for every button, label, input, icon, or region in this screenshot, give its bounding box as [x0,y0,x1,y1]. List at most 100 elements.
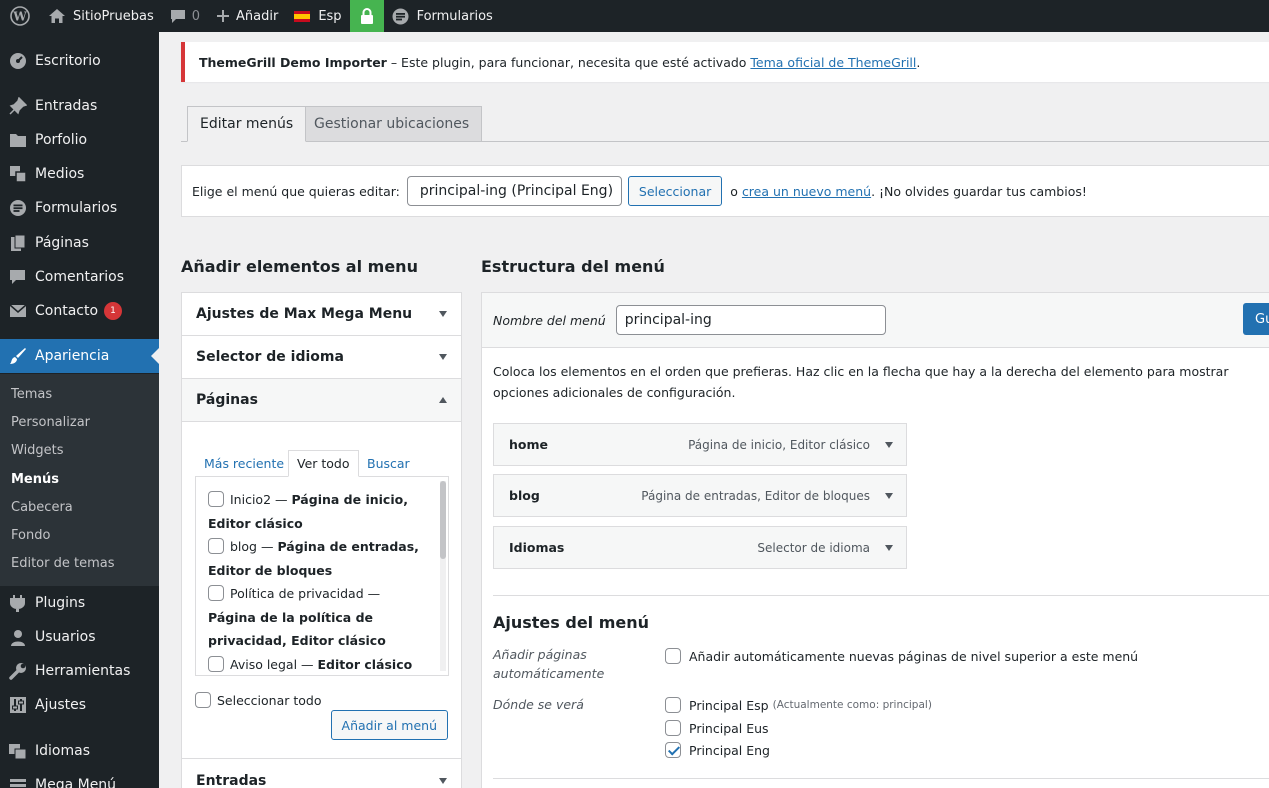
brush-icon [0,347,35,365]
sidebar-item-contacto[interactable]: Contacto 1 [0,294,159,328]
page-checkbox[interactable] [208,491,224,507]
page-checkbox[interactable] [208,538,224,554]
caret-down-icon[interactable] [885,544,893,551]
section-selector-idioma[interactable]: Selector de idioma [182,336,461,379]
forms-icon [392,8,409,24]
location-checkbox-checked[interactable] [665,742,681,758]
site-name-link[interactable]: SitioPruebas [40,0,162,32]
tab-mas-reciente[interactable]: Más reciente [204,450,284,477]
sidebar-item-medios[interactable]: Medios [0,157,159,191]
select-menu-button[interactable]: Seleccionar [627,176,723,206]
language-switcher[interactable]: Esp [286,0,349,32]
sidebar-item-label: Medios [35,166,85,182]
wordpress-logo-icon[interactable]: W [0,0,40,32]
dashboard-icon [0,52,35,70]
submenu-item-fondo[interactable]: Fondo [11,528,50,543]
forms-link[interactable]: Formularios [384,0,501,32]
caret-down-icon[interactable] [885,492,893,499]
caret-down-icon[interactable] [885,441,893,448]
page-name: Inicio2 — [230,492,292,507]
section-paginas[interactable]: Páginas [182,379,461,422]
page-desc: Página de la política de privacidad, Edi… [208,609,386,649]
select-all[interactable]: Seleccionar todo [195,692,321,708]
auto-add-checkbox[interactable] [665,648,681,664]
comment-icon [170,9,185,23]
pages-scrollbar[interactable] [440,481,446,671]
users-icon [0,629,35,646]
caret-up-icon [439,397,447,403]
sidebar-item-usuarios[interactable]: Usuarios [0,620,159,654]
settings-icon [0,696,35,714]
save-menu-button[interactable]: Gu [1243,303,1269,335]
location-checkbox[interactable] [665,720,681,736]
display-location-label: Dónde se verá [493,697,584,712]
sidebar-item-apariencia[interactable]: Apariencia [0,339,159,373]
menu-name-input[interactable]: principal-ing [615,305,886,335]
location-label: Principal Eng [689,742,770,758]
location-checkbox[interactable] [665,697,681,713]
sidebar-item-entradas[interactable]: Entradas [0,89,159,123]
list-item: Política de privacidad — Página de la po… [208,582,422,653]
sidebar-item-label: Páginas [35,235,89,251]
menu-item-meta: Selector de idioma [757,540,870,555]
sidebar-item-label: Idiomas [35,743,90,759]
page-checkbox[interactable] [208,585,224,601]
sidebar-item-ajustes[interactable]: Ajustes [0,688,159,722]
submenu-item-cabecera[interactable]: Cabecera [11,500,73,515]
notice-theme-link[interactable]: Tema oficial de ThemeGrill [750,55,916,70]
sidebar-item-herramientas[interactable]: Herramientas [0,654,159,688]
menu-item[interactable]: blog Página de entradas, Editor de bloqu… [493,474,907,517]
page-checkbox[interactable] [208,656,224,672]
tab-buscar[interactable]: Buscar [367,450,410,477]
sidebar-item-label: Ajustes [35,697,87,713]
pages-checklist: Inicio2 — Página de inicio, Editor clási… [195,476,449,676]
menu-select-dropdown[interactable]: principal-ing (Principal Eng) [406,176,622,206]
tab-editar-menus[interactable]: Editar menús [187,106,307,142]
sidebar-item-plugins[interactable]: Plugins [0,586,159,620]
location-label: Principal Esp [689,697,769,713]
menu-name-label: Nombre del menú [493,312,606,328]
page-name: Política de privacidad — [230,586,381,601]
select-all-checkbox[interactable] [195,692,211,708]
submenu-item-personalizar[interactable]: Personalizar [11,415,90,430]
auto-add-option[interactable]: Añadir automáticamente nuevas páginas de… [665,648,1138,664]
menu-item-meta: Página de entradas, Editor de bloques [641,488,870,503]
sidebar-item-mega-menu[interactable]: Mega Menú [0,768,159,788]
sidebar-item-paginas[interactable]: Páginas [0,226,159,260]
location-option-principal-eng[interactable]: Principal Eng [665,742,770,758]
location-option-principal-esp[interactable]: Principal Esp (Actualmente como: princip… [665,697,932,713]
tab-gestionar-ubicaciones[interactable]: Gestionar ubicaciones [301,106,483,142]
section-entradas[interactable]: Entradas [182,759,461,788]
sidebar-item-formularios[interactable]: Formularios [0,191,159,225]
comments-link[interactable]: 0 [162,0,208,32]
add-new-link[interactable]: Añadir [208,0,286,32]
section-max-mega-menu[interactable]: Ajustes de Max Mega Menu [182,293,461,336]
sidebar-item-label: Porfolio [35,132,88,148]
location-label: Principal Eus [689,720,769,736]
sidebar-item-idiomas[interactable]: Idiomas [0,734,159,768]
sidebar-item-porfolio[interactable]: Porfolio [0,123,159,157]
tab-ver-todo[interactable]: Ver todo [288,450,359,477]
location-option-principal-eus[interactable]: Principal Eus [665,720,769,736]
scrollbar-thumb[interactable] [440,481,446,559]
section-title: Selector de idioma [196,349,344,365]
menu-item[interactable]: Idiomas Selector de idioma [493,526,907,569]
list-item: Aviso legal — Editor clásico [208,653,422,675]
submenu-item-widgets[interactable]: Widgets [11,443,64,458]
submenu-item-editor-temas[interactable]: Editor de temas [11,556,115,571]
lock-icon[interactable] [349,0,384,32]
sidebar-item-comentarios[interactable]: Comentarios [0,260,159,294]
page-desc: Editor clásico [317,657,413,672]
submenu-item-menus[interactable]: Menús [11,472,59,487]
menu-item[interactable]: home Página de inicio, Editor clásico [493,423,907,466]
menu-select-bar: Elige el menú que quieras editar: princi… [181,165,1269,217]
submenu-item-temas[interactable]: Temas [11,387,52,402]
create-menu-link[interactable]: crea un nuevo menú [742,184,871,199]
admin-sidebar: Escritorio Entradas Porfolio Medios Form… [0,32,159,788]
list-item: blog — Página de entradas, Editor de blo… [208,535,422,582]
notice-text: – Este plugin, para funcionar, necesita … [386,54,751,70]
mail-icon [0,304,35,318]
sidebar-item-escritorio[interactable]: Escritorio [0,44,159,78]
menu-name-row: Nombre del menú principal-ing Gu [482,293,1269,348]
add-to-menu-button[interactable]: Añadir al menú [330,710,448,740]
